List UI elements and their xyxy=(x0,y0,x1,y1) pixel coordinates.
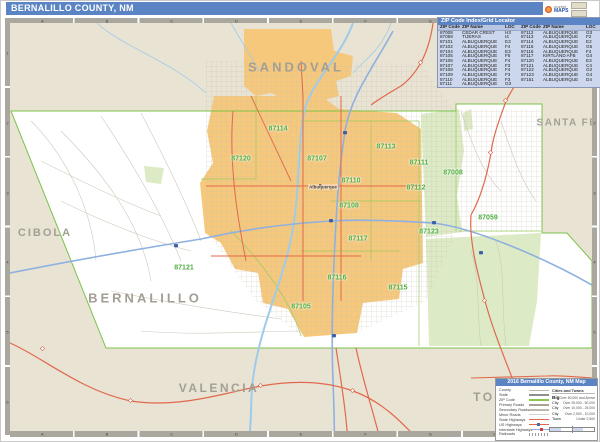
legend-swatch-icon xyxy=(529,393,549,397)
legend-city-row: BigOver 50,000 and Above xyxy=(552,395,595,400)
grid-coordinate: A xyxy=(41,432,44,437)
logo-burst-icon xyxy=(545,6,552,13)
grid-coordinate: F xyxy=(364,18,366,23)
legend-cities-header: Cities and Towns xyxy=(552,388,595,394)
grid-coordinate: D xyxy=(235,432,238,437)
grid-coordinate: G xyxy=(429,432,432,437)
legend-swatch-icon xyxy=(529,432,549,436)
legend-city-row: CityOver 2,500 - 10,000 xyxy=(552,411,595,416)
grid-coordinate: F xyxy=(364,432,366,437)
marketmaps-logo: market MAPS xyxy=(544,1,599,17)
legend-city-row: CityOver 10,000 - 25,000 xyxy=(552,406,595,411)
legend-city-row: CityOver 25,000 - 50,000 xyxy=(552,400,595,405)
legend-swatch-icon xyxy=(529,398,549,402)
grid-ruler-left: 1 2 3 4 5 6 xyxy=(5,18,10,437)
legend-swatch-icon xyxy=(529,388,549,392)
legend-title: 2016 Bernalillo County, NM Map xyxy=(496,379,597,386)
legend-boundary-row: Interstate Highways xyxy=(499,427,549,432)
grid-coordinate: B xyxy=(106,432,109,437)
legend-swatch-icon xyxy=(529,418,549,422)
grid-coordinate: A xyxy=(41,18,44,23)
page-title: BERNALILLO COUNTY, NM xyxy=(6,2,543,15)
zip-table-row: 87151ALBUQUERQUED4 xyxy=(519,78,600,83)
grid-coordinate: 2 xyxy=(6,120,8,125)
grid-coordinate: 4 xyxy=(593,260,595,265)
grid-coordinate: 5 xyxy=(593,330,595,335)
grid-coordinate: 5 xyxy=(6,330,8,335)
grid-coordinate: 4 xyxy=(6,260,8,265)
zip-table-row: 87111ALBUQUERQUEG3 xyxy=(438,82,519,87)
map-legend: 2016 Bernalillo County, NM Map CountySta… xyxy=(495,378,598,441)
grid-coordinate: E xyxy=(300,432,303,437)
legend-boundary-row: Secondary Roads xyxy=(499,408,549,413)
grid-coordinate: B xyxy=(106,18,109,23)
legend-boundary-row: Primary Roads xyxy=(499,403,549,408)
legend-boundaries: CountyStateZIP CodePrimary RoadsSecondar… xyxy=(499,388,549,437)
legend-boundary-row: State Highways xyxy=(499,417,549,422)
legend-swatch-icon xyxy=(529,413,549,417)
map-sheet: BERNALILLO COUNTY, NM market MAPS A B C D E F… xyxy=(0,0,600,442)
grid-coordinate: D xyxy=(235,18,238,23)
grid-coordinate: 6 xyxy=(6,400,8,405)
legend-swatch-icon xyxy=(529,403,549,407)
legend-boundary-row: Railroads xyxy=(499,432,549,437)
grid-coordinate: C xyxy=(170,432,173,437)
grid-coordinate: 3 xyxy=(6,190,8,195)
scale-bar xyxy=(549,427,595,432)
logo-side-blocks xyxy=(571,2,587,17)
legend-swatch-icon xyxy=(529,423,549,427)
albuquerque-marker xyxy=(319,184,321,186)
legend-city-row: TownUnder 2,500 xyxy=(552,417,595,422)
logo-word-maps: MAPS xyxy=(554,9,568,13)
zip-index-table: ZIP Code Index/Grid Locator ZIP Code ZIP… xyxy=(437,17,600,88)
grid-coordinate: 2 xyxy=(593,120,595,125)
grid-coordinate: E xyxy=(300,18,303,23)
grid-coordinate: 3 xyxy=(593,190,595,195)
grid-coordinate: C xyxy=(170,18,173,23)
grid-coordinate: G xyxy=(429,18,432,23)
legend-swatch-icon xyxy=(529,408,549,412)
grid-coordinate: 1 xyxy=(6,50,8,55)
